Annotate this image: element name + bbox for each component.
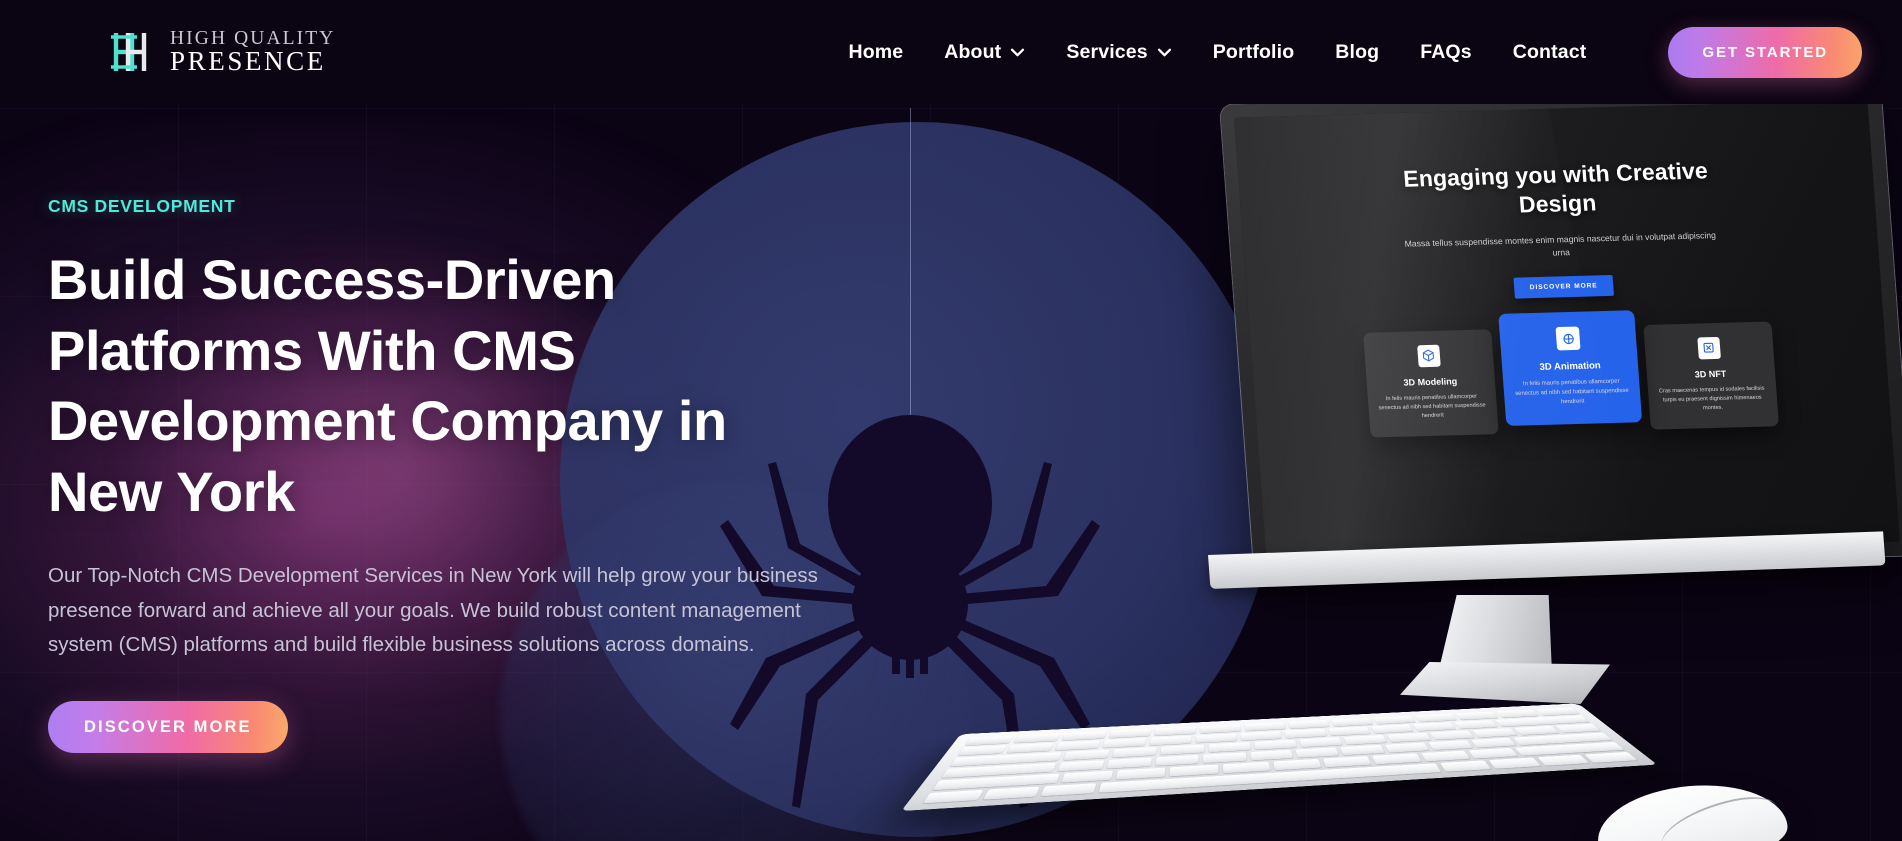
page-title: Build Success-Driven Platforms With CMS … bbox=[48, 248, 727, 523]
monitor: Engaging you with Creative Design Massa … bbox=[1220, 86, 1902, 574]
screen-card-text: Cras maecenas tempus id sodales facilisi… bbox=[1658, 385, 1765, 411]
nav-label: FAQs bbox=[1420, 40, 1472, 63]
logo-text: HIGH QUALITY PRESENCE bbox=[170, 29, 335, 75]
logo-line-2: PRESENCE bbox=[170, 45, 326, 76]
mouse bbox=[1593, 777, 1791, 841]
hero-page: Engaging you with Creative Design Massa … bbox=[0, 0, 1902, 841]
screen-card-title: 3D NFT bbox=[1694, 368, 1727, 380]
hero-content: CMS DEVELOPMENT Build Success-Driven Pla… bbox=[48, 196, 878, 754]
nav-item-portfolio[interactable]: Portfolio bbox=[1213, 41, 1295, 64]
get-started-button[interactable]: GET STARTED bbox=[1668, 26, 1862, 78]
chevron-down-icon bbox=[1157, 48, 1171, 56]
nav-item-contact[interactable]: Contact bbox=[1513, 41, 1587, 64]
nav-item-about[interactable]: About bbox=[944, 41, 1025, 64]
discover-more-button[interactable]: DISCOVER MORE bbox=[48, 701, 288, 754]
nav-item-blog[interactable]: Blog bbox=[1335, 41, 1379, 64]
nav-label: Contact bbox=[1512, 40, 1587, 63]
nav-item-services[interactable]: Services bbox=[1066, 41, 1171, 64]
logo[interactable]: HIGH QUALITY PRESENCE bbox=[106, 27, 335, 77]
monitor-bezel: Engaging you with Creative Design Massa … bbox=[1220, 86, 1902, 574]
nav-label: Blog bbox=[1335, 40, 1380, 63]
mouse-body bbox=[1593, 777, 1791, 841]
nft-icon bbox=[1696, 336, 1721, 360]
keyboard bbox=[901, 703, 1658, 841]
chevron-down-icon bbox=[1011, 48, 1025, 56]
mouse-seam bbox=[1654, 788, 1784, 841]
hero-eyebrow: CMS DEVELOPMENT bbox=[48, 196, 236, 216]
nav-label: Portfolio bbox=[1212, 40, 1295, 63]
nav-label: Services bbox=[1066, 40, 1148, 63]
hero-paragraph: Our Top-Notch CMS Development Services i… bbox=[48, 564, 818, 657]
keyboard-keys bbox=[901, 703, 1657, 811]
site-header: HIGH QUALITY PRESENCE Home About Service… bbox=[0, 0, 1902, 104]
screen-card[interactable]: 3D NFT Cras maecenas tempus id sodales f… bbox=[1642, 321, 1779, 431]
monitor-screen: Engaging you with Creative Design Massa … bbox=[1233, 99, 1900, 560]
nav-label: Home bbox=[848, 40, 904, 63]
nav-label: About bbox=[944, 40, 1002, 63]
nav-item-home[interactable]: Home bbox=[848, 41, 903, 64]
nav-item-faqs[interactable]: FAQs bbox=[1420, 41, 1472, 64]
main-navigation: Home About Services Portfolio Blog FAQs … bbox=[848, 26, 1902, 78]
hp-monogram-icon bbox=[111, 33, 147, 71]
